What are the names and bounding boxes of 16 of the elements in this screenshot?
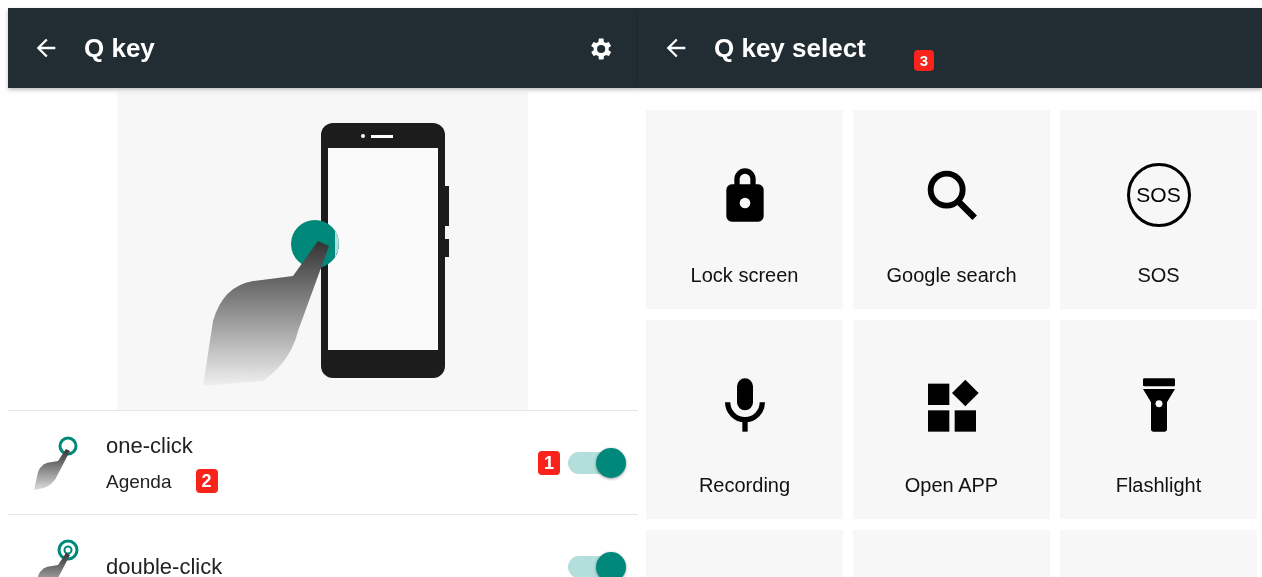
action-tile[interactable]: Lock screen — [646, 110, 843, 309]
mode-title: double-click — [106, 553, 224, 577]
screen-title: Q key select — [714, 31, 866, 65]
mode-subtitle: Agenda — [106, 469, 172, 494]
action-tile[interactable]: Recording — [646, 320, 843, 519]
toggle-switch[interactable] — [568, 555, 624, 577]
sos-icon: SOS — [1126, 163, 1191, 227]
screen-title: Q key — [84, 31, 156, 65]
annotation-marker: 1 — [538, 450, 560, 475]
annotation-marker: 2 — [195, 469, 218, 493]
action-tile[interactable]: Flashlight — [1060, 320, 1257, 519]
annotation-marker: 3 — [913, 49, 935, 71]
action-tile[interactable]: Google search — [853, 110, 1050, 309]
action-tile[interactable]: SOS SOS — [1060, 110, 1257, 309]
action-tile[interactable]: Open APP — [853, 320, 1050, 519]
mode-title: one-click — [106, 431, 194, 460]
